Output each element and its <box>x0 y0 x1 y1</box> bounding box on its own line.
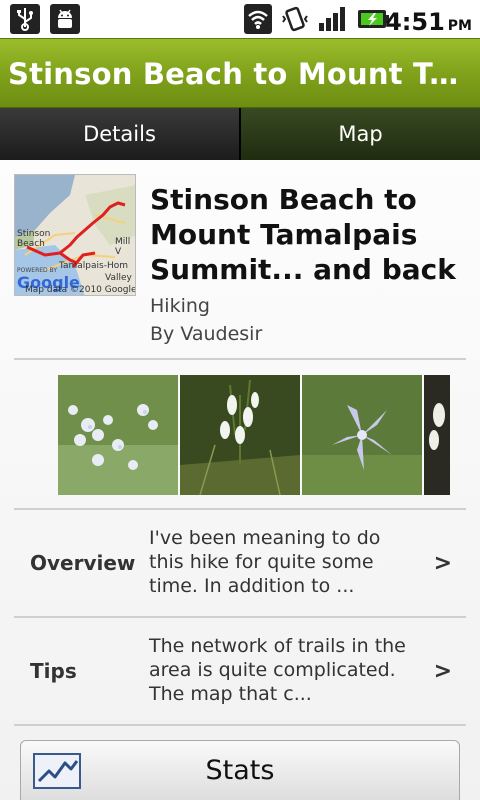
tips-label: Tips <box>30 659 77 683</box>
status-bar: 4:51 PM <box>0 0 480 38</box>
page-title: Stinson Beach to Mount Tamalpais Summit.… <box>8 57 474 91</box>
map-label-mill-valley: Mill V <box>115 237 131 257</box>
map-label-valley: Valley <box>105 273 132 283</box>
clock: 4:51 PM <box>385 4 472 36</box>
overview-label: Overview <box>30 551 136 575</box>
usb-icon <box>10 4 40 34</box>
divider <box>14 724 466 726</box>
map-attribution: Map data ©2010 Google <box>25 285 136 295</box>
tips-text: The network of trails in the area is qui… <box>149 635 406 705</box>
wifi-icon <box>244 4 272 34</box>
route-map-thumbnail[interactable]: Stinson Beach Mill V Tamalpais-Hom Valle… <box>14 174 136 296</box>
clock-time: 4:51 <box>385 8 445 36</box>
route-type: Hiking <box>150 295 210 317</box>
map-label-stinson-beach: Stinson Beach <box>17 229 51 249</box>
tab-map[interactable]: Map <box>241 108 480 160</box>
stats-button[interactable]: Stats <box>20 740 460 800</box>
route-author: By Vaudesir <box>150 323 263 345</box>
android-debug-icon <box>50 4 80 34</box>
chevron-right-icon: > <box>433 550 452 576</box>
route-title: Stinson Beach to Mount Tamalpais Summit.… <box>150 183 456 286</box>
photo-gallery[interactable] <box>58 375 450 495</box>
divider <box>14 358 466 360</box>
wildflower-photo-2[interactable] <box>180 375 300 495</box>
wildflower-photo-4[interactable] <box>424 375 450 495</box>
chevron-right-icon: > <box>433 658 452 684</box>
tab-details[interactable]: Details <box>0 108 239 160</box>
iris-photo[interactable] <box>302 375 422 495</box>
details-content: Stinson Beach Mill V Tamalpais-Hom Valle… <box>0 160 480 800</box>
signal-icon <box>316 4 350 34</box>
title-bar: Stinson Beach to Mount Tamalpais Summit.… <box>0 38 480 108</box>
wildflower-photo-1[interactable] <box>58 375 178 495</box>
tips-row[interactable]: Tips The network of trails in the area i… <box>14 618 466 724</box>
route-info: Stinson Beach to Mount Tamalpais Summit.… <box>150 182 466 345</box>
overview-row[interactable]: Overview I've been meaning to do this hi… <box>14 510 466 616</box>
clock-ampm: PM <box>447 18 472 34</box>
route-header: Stinson Beach Mill V Tamalpais-Hom Valle… <box>14 174 466 360</box>
tab-bar: Details Map <box>0 108 480 160</box>
map-label-tamalpais: Tamalpais-Hom <box>59 261 129 271</box>
overview-text: I've been meaning to do this hike for qu… <box>149 527 381 597</box>
stats-label: Stats <box>205 755 275 786</box>
vibrate-icon <box>280 4 310 34</box>
